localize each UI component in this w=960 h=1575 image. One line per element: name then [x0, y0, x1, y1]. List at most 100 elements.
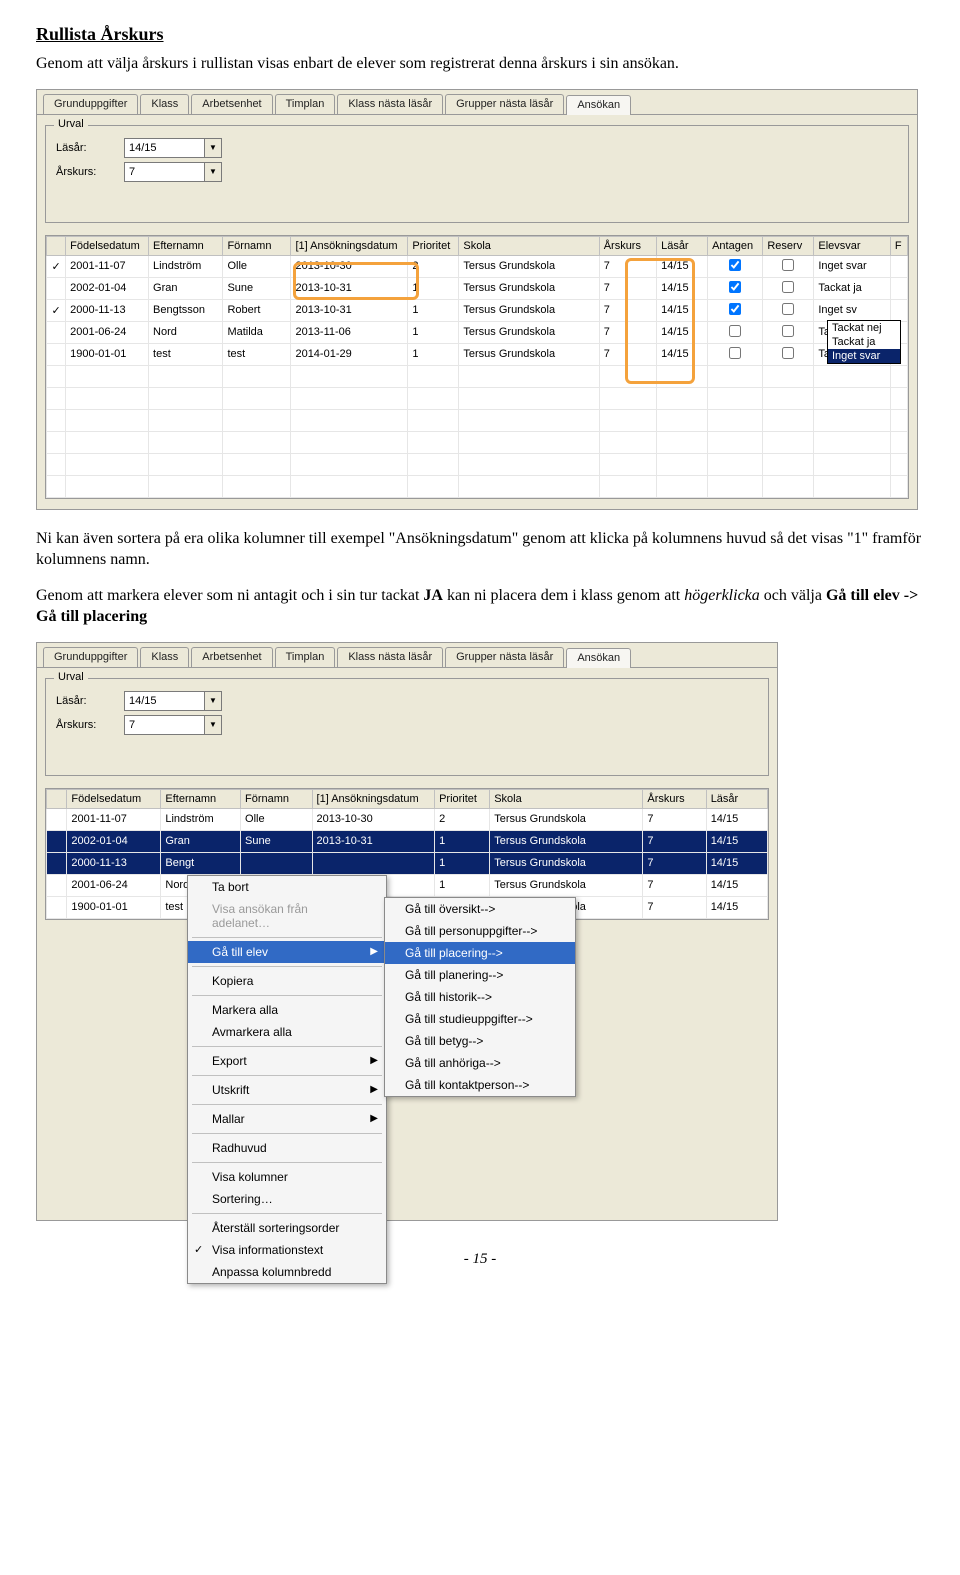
column-header[interactable]: Årskurs — [599, 236, 656, 255]
arskurs-combo[interactable]: 7 ▼ — [124, 162, 222, 182]
combo-chevron-icon[interactable]: ▼ — [204, 139, 221, 157]
context-menu-item[interactable]: Sortering… — [188, 1188, 386, 1210]
elevsvar-option[interactable]: Tackat nej — [828, 321, 900, 335]
tab-ansokan[interactable]: Ansökan — [566, 648, 631, 668]
context-menu[interactable]: Ta bortVisa ansökan från adelanet…Gå til… — [187, 875, 387, 1284]
column-header[interactable]: Prioritet — [408, 236, 459, 255]
column-header[interactable]: Födelsedatum — [67, 789, 161, 808]
column-header[interactable]: Elevsvar — [814, 236, 891, 255]
cell: 2001-06-24 — [67, 874, 161, 896]
cell — [47, 896, 67, 918]
column-header[interactable]: [1] Ansökningsdatum — [291, 236, 408, 255]
column-header[interactable]: Födelsedatum — [66, 236, 149, 255]
elevsvar-dropdown[interactable]: Tackat nej Tackat ja Inget svar — [827, 320, 901, 364]
context-menu-item[interactable]: Kopiera — [188, 970, 386, 992]
context-submenu-item[interactable]: Gå till översikt--> — [385, 898, 575, 920]
column-header[interactable]: Läsår — [657, 236, 708, 255]
antagen-checkbox[interactable] — [729, 281, 741, 293]
column-header[interactable]: F — [890, 236, 907, 255]
context-submenu-item[interactable]: Gå till placering--> — [385, 942, 575, 964]
table-row[interactable]: 2001-06-24NordMatilda2013-11-061Tersus G… — [47, 321, 908, 343]
tab-grunduppgifter[interactable]: Grunduppgifter — [43, 647, 138, 667]
column-header[interactable]: Efternamn — [149, 236, 223, 255]
tab-grupper-nasta[interactable]: Grupper nästa läsår — [445, 94, 564, 114]
tab-klass-nasta[interactable]: Klass nästa läsår — [337, 94, 443, 114]
column-header[interactable]: Skola — [459, 236, 599, 255]
context-menu-item[interactable]: Export▶ — [188, 1050, 386, 1072]
cell: Tersus Grundskola — [459, 321, 599, 343]
tab-ansokan[interactable]: Ansökan — [566, 95, 631, 115]
context-menu-item[interactable]: Anpassa kolumnbredd — [188, 1261, 386, 1283]
context-menu-item[interactable]: Visa kolumner — [188, 1166, 386, 1188]
column-header[interactable]: Årskurs — [643, 789, 706, 808]
column-header[interactable]: [1] Ansökningsdatum — [312, 789, 435, 808]
column-header[interactable]: Antagen — [708, 236, 763, 255]
tab-arbetsenhet[interactable]: Arbetsenhet — [191, 647, 272, 667]
elevsvar-option-selected[interactable]: Inget svar — [828, 349, 900, 363]
column-header[interactable]: Reserv — [763, 236, 814, 255]
cell: Matilda — [223, 321, 291, 343]
context-menu-item[interactable]: Mallar▶ — [188, 1108, 386, 1130]
table-row[interactable]: 2001-06-24Nord1Tersus Grundskola714/15 — [47, 874, 768, 896]
antagen-checkbox[interactable] — [729, 259, 741, 271]
reserv-checkbox[interactable] — [782, 325, 794, 337]
tab-klass[interactable]: Klass — [140, 647, 189, 667]
combo-chevron-icon[interactable]: ▼ — [204, 716, 221, 734]
context-menu-item[interactable]: Visa informationstext✓ — [188, 1239, 386, 1261]
reserv-checkbox[interactable] — [782, 347, 794, 359]
context-submenu-item[interactable]: Gå till anhöriga--> — [385, 1052, 575, 1074]
context-menu-item[interactable]: Utskrift▶ — [188, 1079, 386, 1101]
table-row[interactable]: 1900-01-01testtest2014-01-291Tersus Grun… — [47, 343, 908, 365]
context-submenu-item[interactable]: Gå till studieuppgifter--> — [385, 1008, 575, 1030]
cell — [763, 343, 814, 365]
combo-chevron-icon[interactable]: ▼ — [204, 163, 221, 181]
tab-klass[interactable]: Klass — [140, 94, 189, 114]
column-header[interactable]: Skola — [490, 789, 643, 808]
context-submenu-item[interactable]: Gå till kontaktperson--> — [385, 1074, 575, 1096]
lasar-combo[interactable]: 14/15 ▼ — [124, 138, 222, 158]
arskurs-value: 7 — [125, 166, 204, 178]
antagen-checkbox[interactable] — [729, 325, 741, 337]
context-menu-item[interactable]: Ta bort — [188, 876, 386, 898]
table-row[interactable]: ✓2001-11-07LindströmOlle2013-10-302Tersu… — [47, 255, 908, 277]
column-header[interactable] — [47, 236, 66, 255]
column-header[interactable]: Förnamn — [241, 789, 312, 808]
reserv-checkbox[interactable] — [782, 281, 794, 293]
table-row[interactable]: 2002-01-04GranSune2013-10-311Tersus Grun… — [47, 830, 768, 852]
context-menu-item[interactable]: Gå till elev▶ — [188, 941, 386, 963]
lasar-combo[interactable]: 14/15 ▼ — [124, 691, 222, 711]
context-submenu-item[interactable]: Gå till personuppgifter--> — [385, 920, 575, 942]
tab-arbetsenhet[interactable]: Arbetsenhet — [191, 94, 272, 114]
antagen-checkbox[interactable] — [729, 347, 741, 359]
tab-timplan[interactable]: Timplan — [275, 94, 336, 114]
tab-grupper-nasta[interactable]: Grupper nästa läsår — [445, 647, 564, 667]
reserv-checkbox[interactable] — [782, 303, 794, 315]
table-row[interactable]: ✓2000-11-13BengtssonRobert2013-10-311Ter… — [47, 299, 908, 321]
tab-timplan[interactable]: Timplan — [275, 647, 336, 667]
tab-klass-nasta[interactable]: Klass nästa läsår — [337, 647, 443, 667]
elevsvar-option[interactable]: Tackat ja — [828, 335, 900, 349]
reserv-checkbox[interactable] — [782, 259, 794, 271]
table-row[interactable]: 2002-01-04GranSune2013-10-311Tersus Grun… — [47, 277, 908, 299]
combo-chevron-icon[interactable]: ▼ — [204, 692, 221, 710]
context-menu-item[interactable]: Markera alla — [188, 999, 386, 1021]
context-submenu-item[interactable]: Gå till historik--> — [385, 986, 575, 1008]
context-submenu[interactable]: Gå till översikt-->Gå till personuppgift… — [384, 897, 576, 1097]
column-header[interactable]: Efternamn — [161, 789, 241, 808]
context-menu-item[interactable]: Återställ sorteringsorder — [188, 1217, 386, 1239]
context-submenu-item[interactable]: Gå till betyg--> — [385, 1030, 575, 1052]
column-header[interactable]: Läsår — [706, 789, 767, 808]
grid-1[interactable]: FödelsedatumEfternamnFörnamn[1] Ansöknin… — [46, 236, 908, 498]
tab-grunduppgifter[interactable]: Grunduppgifter — [43, 94, 138, 114]
column-header[interactable] — [47, 789, 67, 808]
arskurs-combo[interactable]: 7 ▼ — [124, 715, 222, 735]
table-row[interactable]: 2000-11-13Bengt1Tersus Grundskola714/15 — [47, 852, 768, 874]
context-menu-item[interactable]: Avmarkera alla — [188, 1021, 386, 1043]
column-header[interactable]: Förnamn — [223, 236, 291, 255]
cell: Olle — [223, 255, 291, 277]
table-row[interactable]: 2001-11-07LindströmOlle2013-10-302Tersus… — [47, 808, 768, 830]
context-menu-item[interactable]: Radhuvud — [188, 1137, 386, 1159]
column-header[interactable]: Prioritet — [435, 789, 490, 808]
context-submenu-item[interactable]: Gå till planering--> — [385, 964, 575, 986]
antagen-checkbox[interactable] — [729, 303, 741, 315]
